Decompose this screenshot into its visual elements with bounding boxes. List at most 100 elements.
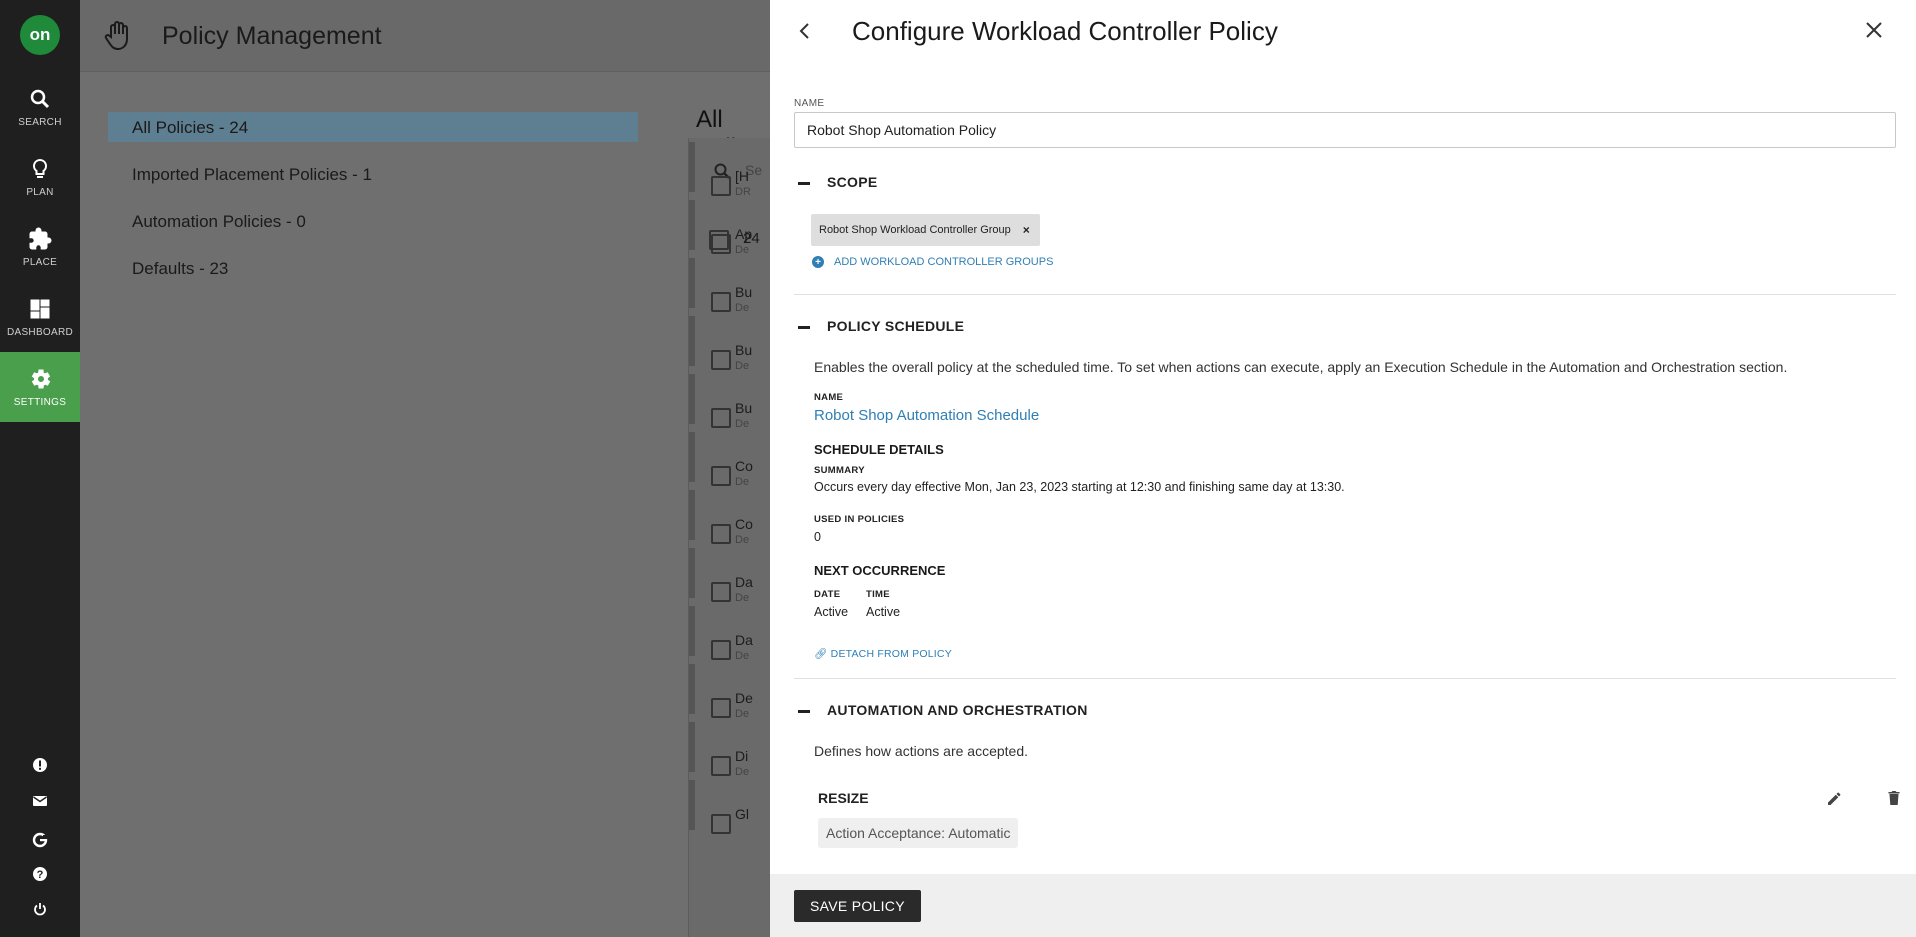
table-row[interactable]: Da: [735, 574, 765, 590]
remove-scope-icon[interactable]: ×: [1023, 223, 1030, 237]
close-icon[interactable]: [1862, 18, 1886, 42]
row-checkbox[interactable]: [711, 408, 731, 428]
row-subtitle: De: [735, 650, 750, 662]
used-in-policies-label: USED IN POLICIES: [814, 514, 905, 525]
lightbulb-icon: [32, 158, 48, 178]
table-row[interactable]: Bu: [735, 400, 765, 416]
automation-title: AUTOMATION AND ORCHESTRATION: [827, 702, 1088, 718]
add-circle-icon: +: [812, 256, 824, 268]
row-indicator: [689, 200, 695, 250]
filter-defaults[interactable]: Defaults - 23: [108, 253, 638, 283]
time-value: Active: [866, 605, 901, 619]
help-icon: ?: [33, 867, 47, 881]
summary-value: Occurs every day effective Mon, Jan 23, …: [814, 480, 1345, 494]
table-row[interactable]: Di: [735, 748, 765, 764]
row-checkbox[interactable]: [711, 524, 731, 544]
row-checkbox[interactable]: [711, 350, 731, 370]
next-occurrence-heading: NEXT OCCURRENCE: [814, 563, 946, 578]
row-subtitle: De: [735, 244, 750, 256]
row-checkbox[interactable]: [711, 176, 731, 196]
row-checkbox[interactable]: [711, 292, 731, 312]
time-label: TIME: [866, 589, 890, 600]
row-checkbox[interactable]: [711, 814, 731, 834]
resize-card: RESIZE Action Acceptance: Automatic: [814, 780, 1900, 875]
nav-label: DASHBOARD: [6, 326, 74, 338]
resize-title: RESIZE: [818, 790, 869, 806]
filter-all-policies[interactable]: All Policies - 24: [108, 112, 638, 142]
schedule-description: Enables the overall policy at the schedu…: [814, 359, 1788, 375]
table-row[interactable]: Co: [735, 458, 765, 474]
schedule-collapse-toggle[interactable]: [798, 326, 810, 329]
nav-label: SEARCH: [18, 116, 62, 128]
name-label: NAME: [794, 98, 825, 109]
scope-collapse-toggle[interactable]: [798, 182, 810, 185]
google-icon: [32, 832, 48, 848]
row-checkbox[interactable]: [711, 234, 731, 254]
row-indicator: [689, 664, 695, 714]
page-title: Policy Management: [162, 22, 382, 50]
nav-item-place[interactable]: PLACE: [0, 212, 80, 282]
nav-label: PLACE: [22, 256, 58, 268]
policy-name-input[interactable]: [794, 112, 1896, 148]
schedule-name-label: NAME: [814, 392, 844, 403]
table-row[interactable]: Ap: [735, 226, 765, 242]
row-subtitle: De: [735, 360, 750, 372]
nav-item-settings[interactable]: SETTINGS: [0, 352, 80, 422]
delete-icon[interactable]: [1885, 789, 1903, 807]
row-checkbox[interactable]: [711, 756, 731, 776]
nav-item-search[interactable]: SEARCH: [0, 72, 80, 142]
divider: [794, 294, 1896, 295]
row-checkbox[interactable]: [711, 640, 731, 660]
svg-text:?: ?: [37, 869, 44, 881]
table-row[interactable]: Co: [735, 516, 765, 532]
schedule-details-heading: SCHEDULE DETAILS: [814, 442, 944, 457]
policy-list: Se 24 [H DR Ap De Bu De Bu De Bu De Co De Co De Da De Da…: [688, 138, 770, 937]
schedule-name-link[interactable]: Robot Shop Automation Schedule: [814, 407, 1039, 424]
edit-icon[interactable]: [1825, 789, 1843, 807]
help-button[interactable]: ?: [30, 864, 50, 884]
table-row[interactable]: Gl: [735, 806, 765, 822]
scope-chip: Robot Shop Workload Controller Group ×: [811, 214, 1040, 246]
row-indicator: [689, 548, 695, 598]
used-in-policies-value: 0: [814, 530, 821, 544]
divider: [794, 678, 1896, 679]
row-subtitle: De: [735, 708, 750, 720]
gear-icon: [31, 369, 51, 388]
nav-item-plan[interactable]: PLAN: [0, 142, 80, 212]
google-button[interactable]: [30, 830, 50, 850]
scope-title: SCOPE: [827, 174, 878, 190]
detach-label: DETACH FROM POLICY: [830, 648, 952, 660]
schedule-title: POLICY SCHEDULE: [827, 318, 965, 334]
mail-button[interactable]: [30, 791, 50, 811]
nav-item-dashboard[interactable]: DASHBOARD: [0, 282, 80, 352]
filter-automation-policies[interactable]: Automation Policies - 0: [108, 206, 638, 236]
add-workload-controller-groups-link[interactable]: + ADD WORKLOAD CONTROLLER GROUPS: [812, 256, 1053, 268]
automation-collapse-toggle[interactable]: [798, 710, 810, 713]
row-indicator: [689, 142, 695, 192]
table-row[interactable]: Da: [735, 632, 765, 648]
add-link-label: ADD WORKLOAD CONTROLLER GROUPS: [834, 256, 1054, 268]
row-checkbox[interactable]: [711, 698, 731, 718]
row-subtitle: De: [735, 534, 750, 546]
filter-imported-placement[interactable]: Imported Placement Policies - 1: [108, 159, 638, 189]
table-row[interactable]: De: [735, 690, 765, 706]
row-checkbox[interactable]: [711, 466, 731, 486]
row-indicator: [689, 432, 695, 482]
panel-title: Configure Workload Controller Policy: [852, 16, 1278, 46]
power-button[interactable]: [30, 899, 50, 919]
action-acceptance-chip: Action Acceptance: Automatic: [818, 818, 1019, 848]
table-row[interactable]: [H: [735, 168, 765, 184]
alert-icon: [33, 758, 47, 772]
back-arrow-icon[interactable]: [794, 20, 816, 42]
table-row[interactable]: Bu: [735, 342, 765, 358]
configure-policy-panel: Configure Workload Controller Policy NAM…: [770, 0, 1916, 937]
row-checkbox[interactable]: [711, 582, 731, 602]
logo[interactable]: on: [20, 15, 60, 55]
hand-icon: [104, 21, 128, 51]
detach-from-policy-link[interactable]: 🔗︎ DETACH FROM POLICY: [814, 647, 952, 660]
scope-chip-label: Robot Shop Workload Controller Group: [819, 224, 1011, 236]
date-value: Active: [814, 605, 849, 619]
save-policy-button[interactable]: SAVE POLICY: [794, 890, 921, 922]
table-row[interactable]: Bu: [735, 284, 765, 300]
alert-button[interactable]: [30, 755, 50, 775]
